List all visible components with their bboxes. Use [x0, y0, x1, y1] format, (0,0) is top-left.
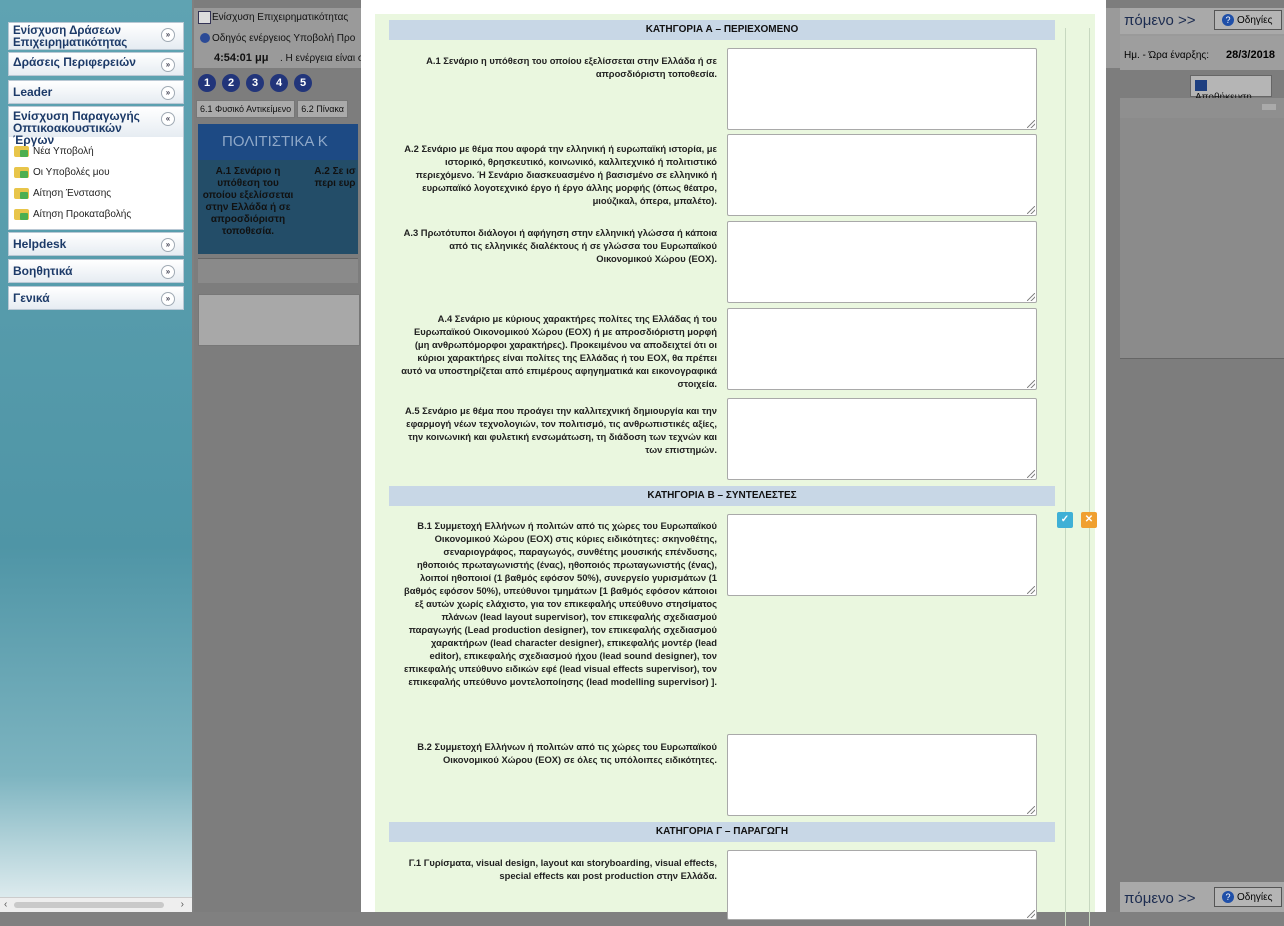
chevron-up-icon[interactable]: «: [161, 112, 175, 126]
accordion-section-general[interactable]: Γενικά »: [8, 286, 184, 310]
left-sidebar: Ενίσχυση Δράσεων Επιχειρηματικότητας » Δ…: [0, 0, 192, 912]
accordion-section-auxiliary[interactable]: Βοηθητικά »: [8, 259, 184, 283]
chevron-down-icon[interactable]: »: [161, 292, 175, 306]
accordion-section-regions[interactable]: Δράσεις Περιφερειών »: [8, 52, 184, 76]
chevron-down-icon[interactable]: »: [161, 58, 175, 72]
category-b-header: ΚΑΤΗΓΟΡΙΑ Β – ΣΥΝΤΕΛΕΣΤΕΣ: [389, 486, 1055, 506]
folder-icon: [14, 167, 29, 178]
step-5[interactable]: 5: [294, 74, 312, 92]
criteria-panel: ΚΑΤΗΓΟΡΙΑ Α – ΠΕΡΙΕΧΟΜΕΝΟ Α.1 Σενάριο η …: [375, 14, 1097, 926]
answer-a2-textarea[interactable]: [727, 134, 1037, 216]
step-2[interactable]: 2: [222, 74, 240, 92]
folder-icon: [14, 209, 29, 220]
right-panel-header: [1120, 98, 1284, 119]
question-a1: Α.1 Σενάριο η υπόθεση του οποίου εξελίσσ…: [426, 55, 717, 79]
chevron-down-icon[interactable]: »: [161, 86, 175, 100]
help-icon: ?: [1222, 14, 1234, 27]
help-button[interactable]: ? Οδηγίες: [1214, 10, 1282, 30]
horizontal-scrollbar[interactable]: ‹ ›: [0, 897, 192, 912]
answer-c1-textarea[interactable]: [727, 850, 1037, 920]
window-icon: [198, 11, 211, 24]
chevron-down-icon[interactable]: »: [161, 265, 175, 279]
tab-table[interactable]: 6.2 Πίνακα: [297, 100, 348, 118]
step-3[interactable]: 3: [246, 74, 264, 92]
folder-icon: [14, 188, 29, 199]
title-tab[interactable]: Ενίσχυση Επιχειρηματικότητας: [212, 12, 348, 23]
culture-header: ΠΟΛΙΤΙΣΤΙΚΑ Κ: [198, 124, 358, 160]
question-a2: Α.2 Σενάριο με θέμα που αφορά την ελληνι…: [404, 143, 717, 206]
accordion-section-leader[interactable]: Leader »: [8, 80, 184, 104]
criteria-dialog: ΚΑΤΗΓΟΡΙΑ Α – ΠΕΡΙΕΧΟΜΕΝΟ Α.1 Σενάριο η …: [361, 0, 1106, 926]
close-icon[interactable]: ✕: [1081, 512, 1097, 528]
column-divider: [1065, 28, 1066, 926]
section-tabs: 6.1 Φυσικό Αντικείμενο 6.2 Πίνακα: [196, 100, 348, 118]
menu-item-advance-payment[interactable]: Αίτηση Προκαταβολής: [9, 204, 183, 225]
next-button-bottom[interactable]: πόμενο >>: [1124, 890, 1196, 907]
answer-b1-textarea[interactable]: [727, 514, 1037, 596]
category-a-header: ΚΑΤΗΓΟΡΙΑ Α – ΠΕΡΙΕΧΟΜΕΝΟ: [389, 20, 1055, 40]
chevron-down-icon[interactable]: »: [161, 28, 175, 42]
help-icon: ?: [1222, 891, 1234, 904]
bottom-nav-bar: πόμενο >> ? Οδηγίες: [1120, 882, 1284, 912]
save-button[interactable]: Αποθήκευση: [1190, 75, 1272, 103]
start-value: 28/3/2018: [1226, 49, 1275, 61]
timer: 4:54:01 μμ: [214, 52, 269, 64]
culture-footer: [198, 258, 358, 283]
accordion-label: Βοηθητικά: [13, 264, 73, 278]
menu-item-objection[interactable]: Αίτηση Ένστασης: [9, 183, 183, 204]
answer-a4-textarea[interactable]: [727, 308, 1037, 390]
question-a4: Α.4 Σενάριο με κύριους χαρακτήρες πολίτε…: [401, 313, 717, 389]
edit-check-icon[interactable]: ✓: [1057, 512, 1073, 528]
chevron-down-icon[interactable]: »: [161, 238, 175, 252]
culture-col-a1: Α.1 Σενάριο η υπόθεση του οποίου εξελίσσ…: [202, 166, 294, 237]
answer-a5-textarea[interactable]: [727, 398, 1037, 480]
info-icon: [200, 33, 210, 43]
answer-b2-textarea[interactable]: [727, 734, 1037, 816]
column-divider: [1089, 28, 1090, 926]
accordion-label: Helpdesk: [13, 237, 67, 251]
menu-item-my-submissions[interactable]: Οι Υποβολές μου: [9, 162, 183, 183]
question-b2: Β.2 Συμμετοχή Ελλήνων ή πολιτών από τις …: [417, 741, 717, 765]
top-nav-bar: πόμενο >> ? Οδηγίες: [1120, 8, 1284, 34]
question-b1: Β.1 Συμμετοχή Ελλήνων ή πολιτών από τις …: [403, 520, 717, 687]
help-button-bottom[interactable]: ? Οδηγίες: [1214, 887, 1282, 907]
answer-a3-textarea[interactable]: [727, 221, 1037, 303]
next-button[interactable]: πόμενο >>: [1124, 12, 1196, 29]
culture-col-a2: Α.2 Σε ισ περι ευρ: [314, 166, 356, 189]
scroll-left-icon[interactable]: ‹: [4, 899, 7, 910]
step-1[interactable]: 1: [198, 74, 216, 92]
accordion-items: Νέα Υποβολή Οι Υποβολές μου Αίτηση Ένστα…: [9, 137, 183, 229]
wizard-steps: 1 2 3 4 5: [198, 74, 312, 92]
collapse-icon[interactable]: [1262, 104, 1276, 110]
accordion-label: Ενίσχυση Δράσεων Επιχειρηματικότητας: [13, 25, 128, 49]
start-time-bar: Ημ. - Ώρα έναρξης: 28/3/2018: [1120, 36, 1284, 70]
step-4[interactable]: 4: [270, 74, 288, 92]
question-a3: Α.3 Πρωτότυποι διάλογοι ή αφήγηση στην ε…: [403, 227, 717, 264]
category-c-header: ΚΑΤΗΓΟΡΙΑ Γ – ΠΑΡΑΓΩΓΗ: [389, 822, 1055, 842]
scroll-right-icon[interactable]: ›: [181, 899, 184, 910]
scroll-thumb[interactable]: [14, 902, 164, 908]
accordion-section-entrepreneurship[interactable]: Ενίσχυση Δράσεων Επιχειρηματικότητας »: [8, 22, 184, 50]
accordion-section-helpdesk[interactable]: Helpdesk »: [8, 232, 184, 256]
accordion-label: Leader: [13, 85, 53, 99]
answer-a1-textarea[interactable]: [727, 48, 1037, 130]
folder-icon: [14, 146, 29, 157]
accordion-section-audiovisual[interactable]: Ενίσχυση Παραγωγής Οπτικοακουστικών Έργω…: [8, 106, 184, 230]
timer-suffix: . Η ενέργεια είναι σ: [280, 53, 365, 64]
accordion-label: Δράσεις Περιφερειών: [13, 55, 136, 69]
floppy-disk-icon: [1195, 79, 1207, 91]
question-c1: Γ.1 Γυρίσματα, visual design, layout και…: [408, 857, 717, 881]
right-panel-body: [1120, 118, 1284, 359]
guide-text: Οδηγός ενέργειος Υποβολή Προ: [212, 33, 356, 44]
accordion-label: Γενικά: [13, 291, 50, 305]
question-a5: Α.5 Σενάριο με θέμα που προάγει την καλλ…: [404, 405, 717, 455]
tab-physical-object[interactable]: 6.1 Φυσικό Αντικείμενο: [196, 100, 296, 118]
background-textarea[interactable]: [198, 294, 360, 346]
start-label: Ημ. - Ώρα έναρξης:: [1124, 50, 1209, 61]
